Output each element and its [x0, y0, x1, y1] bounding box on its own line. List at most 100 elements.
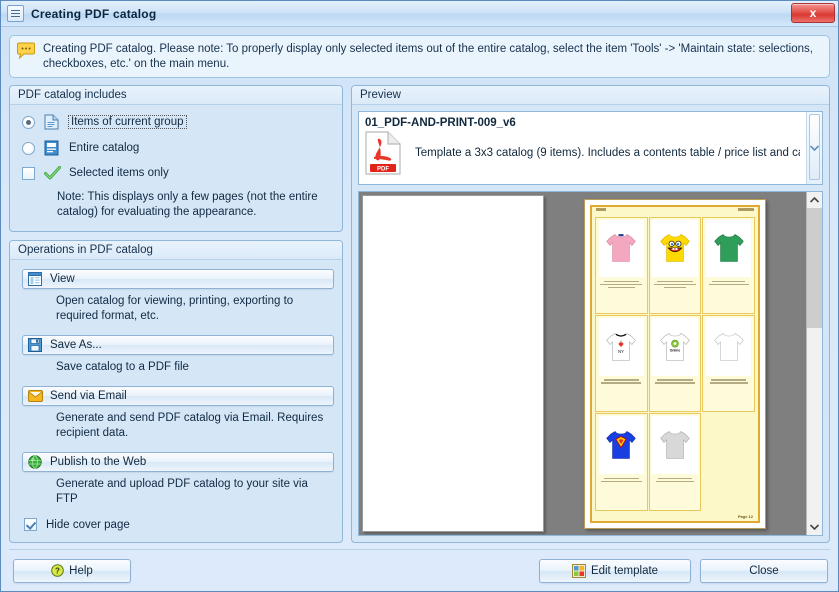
hint-text: Creating PDF catalog. Please note: To pr…	[43, 43, 813, 70]
catalog-page-header	[596, 207, 754, 211]
template-description: Template a 3x3 catalog (9 items). Includ…	[415, 147, 800, 159]
left-column: PDF catalog includes Items of current gr…	[9, 85, 343, 543]
svg-text:Online: Online	[670, 348, 681, 352]
publish-to-the-web-button[interactable]: Publish to the Web	[22, 452, 334, 472]
catalog-page-number: Page 12	[737, 513, 753, 519]
scroll-down-icon[interactable]	[807, 519, 822, 535]
preview-group: Preview 01_PDF-AND-PRINT-009_v6 PDF Temp…	[351, 85, 830, 543]
speech-bubble-icon	[17, 42, 37, 72]
template-info-inner: 01_PDF-AND-PRINT-009_v6 PDF Template a 3…	[359, 112, 806, 184]
catalog-page-wrap: I NY	[544, 192, 806, 535]
catalog-book-icon	[44, 140, 61, 156]
catalog-product-cell	[595, 216, 648, 314]
preview-group-title: Preview	[352, 86, 829, 105]
includes-note: Note: This displays only a few pages (no…	[57, 191, 318, 218]
white-online-tshirt: Online	[652, 317, 698, 376]
catalog-product-meta	[599, 476, 644, 484]
green-tshirt	[705, 219, 752, 278]
preview-pane: I NY	[358, 191, 823, 536]
publish-to-the-web-button-label: Publish to the Web	[50, 456, 147, 468]
operations-group: Operations in PDF catalog View Open cata…	[9, 240, 343, 543]
catalog-product-cell	[648, 216, 702, 314]
floppy-disk-icon	[28, 338, 44, 352]
catalog-product-grid: I NY	[595, 216, 755, 511]
pink-womens-tshirt	[598, 219, 645, 278]
save-as-button-label: Save As...	[50, 339, 102, 351]
catalog-product-cell: I NY	[595, 314, 648, 413]
window-view-icon	[28, 272, 44, 286]
send-via-email-button[interactable]: Send via Email	[22, 386, 334, 406]
pdf-file-icon: PDF	[365, 131, 405, 175]
catalog-product-cell	[595, 413, 648, 511]
catalog-product-meta	[653, 378, 698, 386]
catalog-product-meta	[706, 279, 751, 287]
globe-icon	[28, 455, 44, 469]
send-via-email-button-label: Send via Email	[50, 390, 127, 402]
svg-text:PDF: PDF	[377, 166, 389, 172]
edit-template-button-label: Edit template	[590, 564, 659, 577]
system-menu-icon[interactable]	[7, 5, 24, 22]
pdf-catalog-includes-group: PDF catalog includes Items of current gr…	[9, 85, 343, 232]
help-button[interactable]: ? Help	[13, 558, 131, 583]
footer-bar: ? Help Edit template Close	[9, 549, 830, 591]
send-via-email-description: Generate and send PDF catalog via Email.…	[56, 412, 324, 439]
option-items-of-current-group[interactable]: Items of current group	[22, 114, 332, 130]
save-as-description: Save catalog to a PDF file	[56, 361, 189, 373]
close-icon: x	[809, 6, 817, 20]
view-description: Open catalog for viewing, printing, expo…	[56, 295, 294, 322]
white-i-love-ny-tshirt: I NY	[598, 317, 645, 376]
preview-scroll-thumb[interactable]	[807, 208, 822, 328]
publish-to-the-web-description: Generate and upload PDF catalog to your …	[56, 478, 308, 505]
catalog-product-meta	[599, 279, 644, 290]
catalog-product-meta	[706, 378, 751, 386]
save-as-button[interactable]: Save As...	[22, 335, 334, 355]
template-info-box[interactable]: 01_PDF-AND-PRINT-009_v6 PDF Template a 3…	[358, 111, 823, 185]
catalog-page-inner: I NY	[590, 204, 760, 523]
template-list-scrollbar[interactable]	[806, 112, 822, 184]
option-entire-catalog[interactable]: Entire catalog	[22, 140, 332, 156]
template-row: PDF Template a 3x3 catalog (9 items). In…	[365, 131, 800, 175]
right-column: Preview 01_PDF-AND-PRINT-009_v6 PDF Temp…	[351, 85, 830, 543]
scroll-up-icon[interactable]	[807, 192, 822, 208]
grey-tshirt	[652, 416, 698, 475]
svg-text:?: ?	[55, 567, 60, 576]
window-title: Creating PDF catalog	[31, 6, 157, 21]
preview-scroll-track[interactable]	[807, 208, 822, 519]
radio-items-of-current-group[interactable]	[22, 115, 35, 129]
hide-cover-page-label: Hide cover page	[46, 518, 130, 531]
catalog-product-meta	[653, 279, 698, 290]
title-bar: Creating PDF catalog x	[1, 1, 838, 27]
yellow-spongebob-tshirt	[652, 219, 698, 278]
option-label-selected-items-only: Selected items only	[69, 167, 169, 179]
edit-template-icon	[571, 563, 586, 578]
green-check-icon	[44, 166, 61, 180]
preview-vertical-scrollbar[interactable]	[806, 192, 822, 535]
catalog-header-right-mark	[738, 207, 754, 211]
hide-cover-page-row[interactable]: Hide cover page	[24, 518, 336, 531]
operations-group-body: View Open catalog for viewing, printing,…	[10, 260, 342, 537]
close-button-label: Close	[749, 564, 779, 577]
catalog-product-cell: Online	[648, 314, 702, 413]
catalog-empty-cell	[702, 413, 755, 510]
checkbox-selected-items-only[interactable]	[22, 166, 35, 180]
chevron-down-icon[interactable]	[810, 145, 819, 151]
option-label-entire-catalog: Entire catalog	[69, 142, 140, 154]
close-button[interactable]: Close	[700, 558, 828, 583]
catalog-product-meta	[653, 476, 698, 484]
hint-bar: Creating PDF catalog. Please note: To pr…	[9, 35, 830, 78]
catalog-product-cell	[702, 314, 755, 413]
envelope-icon	[28, 390, 44, 402]
close-window-button[interactable]: x	[791, 3, 835, 23]
white-plain-tshirt	[705, 317, 752, 376]
preview-pages: I NY	[359, 192, 806, 535]
includes-group-body: Items of current group Entire catalog Se…	[10, 105, 342, 231]
operations-group-title: Operations in PDF catalog	[10, 241, 342, 260]
checkbox-hide-cover-page[interactable]	[24, 518, 37, 531]
radio-entire-catalog[interactable]	[22, 141, 35, 155]
option-selected-items-only[interactable]: Selected items only	[22, 166, 332, 180]
edit-template-button[interactable]: Edit template	[539, 558, 691, 583]
catalog-page-preview[interactable]: I NY	[584, 198, 766, 529]
blank-page-preview[interactable]	[362, 195, 544, 532]
view-button[interactable]: View	[22, 269, 334, 289]
catalog-product-meta	[599, 378, 644, 386]
